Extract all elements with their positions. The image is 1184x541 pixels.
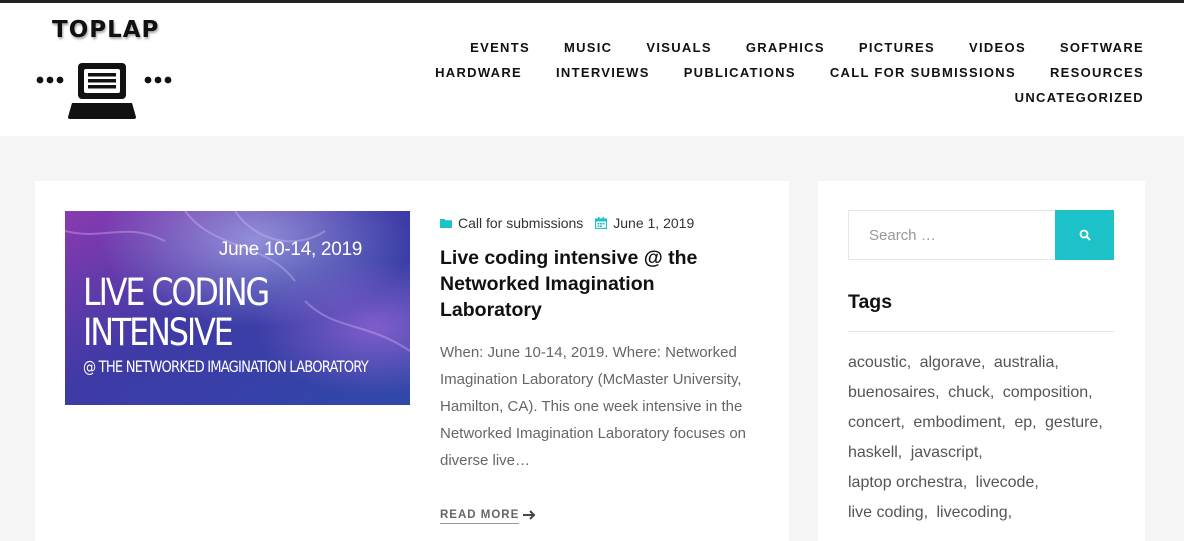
tag-link[interactable]: embodiment, [913, 414, 1010, 431]
tag-algorave: algorave, [919, 354, 986, 371]
tag-link[interactable]: haskell, [848, 444, 906, 461]
tag-link[interactable]: livecode, [976, 474, 1043, 491]
search-button[interactable] [1055, 210, 1114, 260]
post-category[interactable]: Call for submissions [440, 215, 583, 231]
nav-resources[interactable]: RESOURCES [1050, 60, 1144, 85]
tag-composition: composition, [1002, 384, 1093, 401]
nav-visuals[interactable]: VISUALS [646, 35, 711, 60]
tag-link[interactable]: livecoding, [937, 504, 1017, 521]
tag-cloud: acoustic, algorave, australia, buenosair… [848, 348, 1128, 528]
arrow-right-icon [523, 508, 537, 524]
tag-laptop-orchestra: laptop orchestra, [848, 474, 968, 491]
calendar-icon [595, 217, 608, 229]
tag-haskell: haskell, [848, 444, 903, 461]
nav-events[interactable]: EVENTS [470, 35, 530, 60]
post-thumbnail[interactable]: June 10-14, 2019 LIVE CODING INTENSIVE @ … [65, 211, 410, 405]
tag-link[interactable]: javascript, [911, 444, 987, 461]
tag-embodiment: embodiment, [913, 414, 1006, 431]
post-excerpt: When: June 10-14, 2019. Where: Networked… [440, 344, 747, 469]
tag-link[interactable]: algorave, [920, 354, 990, 371]
main-navigation: EVENTS MUSIC VISUALS GRAPHICS PICTURES V… [384, 35, 1144, 110]
logo-text: TOPLAP [52, 17, 160, 43]
tag-link[interactable]: live coding, [848, 504, 932, 521]
sidebar: Tags acoustic, algorave, australia, buen… [818, 181, 1145, 541]
tag-australia: australia, [993, 354, 1059, 371]
tag-chuck: chuck, [948, 384, 995, 401]
laptop-logo-icon [36, 63, 172, 119]
tag-link[interactable]: concert, [848, 414, 909, 431]
tag-live-coding: live coding, [848, 504, 929, 521]
site-logo[interactable]: TOPLAP [36, 15, 172, 127]
thumbnail-subtitle: @ THE NETWORKED IMAGINATION LABORATORY [83, 357, 369, 376]
nav-interviews[interactable]: INTERVIEWS [556, 60, 650, 85]
tag-link[interactable]: acoustic, [848, 354, 915, 371]
folder-icon [440, 219, 452, 228]
nav-videos[interactable]: VIDEOS [969, 35, 1026, 60]
site-header: TOPLAP EVENTS MUSIC VISUALS GRAPHICS PIC… [0, 3, 1184, 136]
tag-gesture: gesture, [1045, 414, 1103, 431]
search-icon [1079, 229, 1091, 241]
thumbnail-title-line1: LIVE CODING [83, 271, 270, 314]
post-date-label: June 1, 2019 [613, 215, 695, 231]
tags-heading: Tags [848, 291, 893, 313]
tag-concert: concert, [848, 414, 905, 431]
tag-link[interactable]: composition, [1003, 384, 1097, 401]
search-form [848, 210, 1114, 260]
post-card: June 10-14, 2019 LIVE CODING INTENSIVE @ … [35, 181, 789, 541]
tag-buenosaires: buenosaires, [848, 384, 940, 401]
post-category-label: Call for submissions [458, 215, 584, 231]
nav-software[interactable]: SOFTWARE [1060, 35, 1144, 60]
nav-uncategorized[interactable]: UNCATEGORIZED [1015, 85, 1144, 110]
tag-link[interactable]: australia, [994, 354, 1063, 371]
thumbnail-title: LIVE CODING INTENSIVE [83, 271, 270, 354]
tag-link[interactable]: chuck, [948, 384, 998, 401]
post-meta: Call for submissions June 1, 2019 [440, 215, 706, 231]
nav-row-1: EVENTS MUSIC VISUALS GRAPHICS PICTURES V… [384, 35, 1144, 60]
tag-ep: ep, [1014, 414, 1037, 431]
thumbnail-date: June 10-14, 2019 [218, 239, 362, 260]
tags-divider [848, 331, 1114, 332]
nav-row-2: HARDWARE INTERVIEWS PUBLICATIONS CALL FO… [384, 60, 1144, 85]
nav-pictures[interactable]: PICTURES [859, 35, 935, 60]
post-date[interactable]: June 1, 2019 [595, 215, 694, 231]
nav-row-3: UNCATEGORIZED [384, 85, 1144, 110]
thumbnail-title-line2: INTENSIVE [83, 311, 234, 354]
nav-call-for-submissions[interactable]: CALL FOR SUBMISSIONS [830, 60, 1016, 85]
tag-livecoding: livecoding, [936, 504, 1013, 521]
nav-publications[interactable]: PUBLICATIONS [684, 60, 796, 85]
nav-hardware[interactable]: HARDWARE [435, 60, 522, 85]
tag-acoustic: acoustic, [848, 354, 912, 371]
nav-graphics[interactable]: GRAPHICS [746, 35, 825, 60]
post-title[interactable]: Live coding intensive @ the Networked Im… [440, 245, 740, 323]
tag-javascript: javascript, [910, 444, 983, 461]
tag-link[interactable]: laptop orchestra, [848, 474, 971, 491]
tag-link[interactable]: gesture, [1045, 414, 1107, 431]
read-more-link[interactable]: READ MORE [440, 509, 520, 524]
tag-link[interactable]: buenosaires, [848, 384, 944, 401]
tag-livecode: livecode, [975, 474, 1039, 491]
search-input[interactable] [848, 210, 1055, 260]
nav-music[interactable]: MUSIC [564, 35, 612, 60]
tag-link[interactable]: ep, [1014, 414, 1040, 431]
